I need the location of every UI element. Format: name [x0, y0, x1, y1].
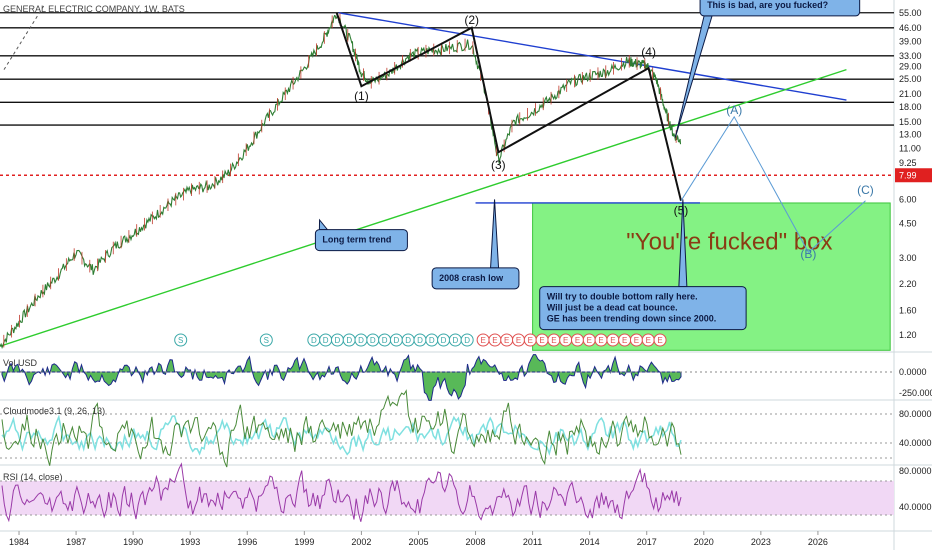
tradingview-chart[interactable]: GENERAL ELECTRIC COMPANY, 1W, BATS "You'…	[0, 0, 932, 550]
event-marker-label: D	[323, 336, 329, 345]
event-marker-label: D	[417, 336, 423, 345]
event-marker-label: D	[358, 336, 364, 345]
price-tick-label: 1.60	[899, 306, 917, 316]
price-tick-label: 55.00	[899, 8, 922, 18]
price-tick-label: 15.00	[899, 117, 922, 127]
time-tick-label: 2014	[580, 537, 600, 547]
time-tick-label: 2020	[694, 537, 714, 547]
wave-label: (A)	[726, 103, 742, 117]
event-marker-label: S	[178, 336, 183, 345]
event-marker-label: E	[646, 336, 651, 345]
event-marker-label: D	[464, 336, 470, 345]
event-marker-label: D	[382, 336, 388, 345]
price-tick-label: 11.00	[899, 143, 921, 153]
cloud-title: Cloudmode3.1 (9, 26, 13)	[3, 406, 105, 416]
price-tick-label: 25.00	[899, 74, 922, 84]
wave-label: (1)	[354, 89, 369, 103]
rsi-tick: 80.0000	[899, 466, 932, 476]
price-tick-label: 46.00	[899, 23, 922, 33]
event-marker-label: E	[598, 336, 603, 345]
price-tick-label: 13.00	[899, 129, 922, 139]
price-tick-label: 1.20	[899, 330, 917, 340]
cloud-tick: 40.0000	[899, 438, 932, 448]
price-tick-label: 21.00	[899, 89, 922, 99]
event-marker-label: E	[480, 336, 485, 345]
price-tick-label: 4.50	[899, 219, 917, 229]
price-tick-label: 39.00	[899, 37, 922, 47]
volume-tick: 0.0000	[899, 367, 927, 377]
cloud-tick: 80.0000	[899, 409, 932, 419]
time-tick-label: 1990	[123, 537, 143, 547]
time-tick-label: 1999	[294, 537, 314, 547]
volume-tick: -250.0000	[899, 388, 932, 398]
rsi-title: RSI (14, close)	[3, 472, 63, 482]
event-marker-label: D	[452, 336, 458, 345]
time-tick-label: 2026	[808, 537, 828, 547]
event-marker-label: E	[492, 336, 497, 345]
wave-label: (5)	[674, 204, 689, 218]
price-tick-label: 33.00	[899, 51, 922, 61]
event-marker-label: D	[394, 336, 400, 345]
wave-label: (3)	[491, 158, 506, 172]
rsi-tick: 40.0000	[899, 502, 932, 512]
time-tick-label: 2011	[523, 537, 542, 547]
wave-label: (B)	[800, 247, 816, 261]
time-tick-label: 2005	[408, 537, 428, 547]
event-marker-label: D	[441, 336, 447, 345]
wave-label: (C)	[857, 183, 874, 197]
price-tick-label: 18.00	[899, 102, 922, 112]
price-tick-label: 2.20	[899, 279, 917, 289]
last-price-label: 7.99	[899, 170, 917, 180]
time-tick-label: 1987	[66, 537, 86, 547]
event-marker-label: E	[587, 336, 592, 345]
callout-text: 2008 crash low	[439, 273, 504, 283]
callout-text: GE has been trending down since 2000.	[547, 314, 717, 324]
event-marker-label: E	[563, 336, 568, 345]
event-marker-label: D	[429, 336, 435, 345]
price-tick-label: 6.00	[899, 194, 917, 204]
event-marker-label: D	[335, 336, 341, 345]
wave-label: (2)	[464, 13, 479, 27]
event-marker-label: S	[264, 336, 269, 345]
time-tick-label: 2017	[637, 537, 657, 547]
price-tick-label: 9.25	[899, 158, 917, 168]
event-marker-label: E	[551, 336, 556, 345]
event-marker-label: D	[405, 336, 411, 345]
event-marker-label: E	[516, 336, 521, 345]
callout-text: Will try to double bottom rally here.	[547, 292, 698, 302]
volume-title: Vol USD	[3, 358, 38, 368]
event-marker-label: E	[610, 336, 615, 345]
event-marker-label: D	[346, 336, 352, 345]
time-tick-label: 1996	[237, 537, 257, 547]
callout-text: Will just be a dead cat bounce.	[547, 303, 678, 313]
event-marker-label: D	[311, 336, 317, 345]
event-marker-label: D	[370, 336, 376, 345]
time-tick-label: 2023	[751, 537, 771, 547]
time-tick-label: 1984	[9, 537, 29, 547]
event-marker-label: E	[575, 336, 580, 345]
event-marker-label: E	[622, 336, 627, 345]
event-marker-label: E	[634, 336, 639, 345]
time-tick-label: 1993	[180, 537, 200, 547]
event-marker-label: E	[528, 336, 533, 345]
event-marker-label: E	[539, 336, 544, 345]
callout-text: This is bad, are you fucked?	[707, 0, 828, 10]
time-tick-label: 2008	[466, 537, 486, 547]
time-tick-label: 2002	[351, 537, 371, 547]
price-tick-label: 3.00	[899, 253, 917, 263]
price-tick-label: 29.00	[899, 62, 922, 72]
event-marker-label: E	[504, 336, 509, 345]
callout-text: Long term trend	[322, 235, 391, 245]
wave-label: (4)	[641, 45, 656, 59]
event-marker-label: E	[657, 336, 662, 345]
